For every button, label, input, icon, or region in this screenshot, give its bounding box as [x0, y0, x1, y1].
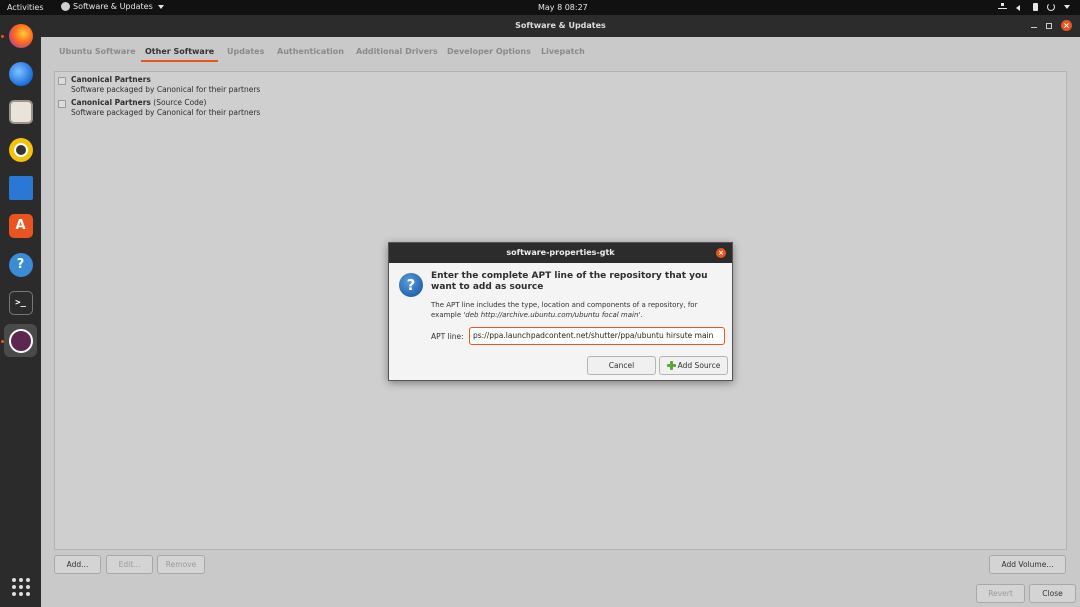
- firefox-icon: [8, 23, 33, 48]
- help-icon: ?: [8, 252, 33, 277]
- window-titlebar[interactable]: Software & Updates ×: [41, 15, 1080, 37]
- software-updates-icon: [8, 328, 33, 353]
- top-bar: Activities Software & Updates May 8 08:2…: [0, 0, 1080, 15]
- repository-description: Software packaged by Canonical for their…: [71, 107, 261, 117]
- dock-item-rhythmbox[interactable]: [4, 133, 37, 166]
- remove-button[interactable]: Remove: [157, 555, 205, 574]
- repository-description: Software packaged by Canonical for their…: [71, 84, 261, 94]
- dock-item-software-updates[interactable]: [4, 324, 37, 357]
- activities-button[interactable]: Activities: [7, 3, 44, 12]
- thunderbird-icon: [8, 61, 33, 86]
- show-applications-button[interactable]: [4, 570, 37, 603]
- ubuntu-software-icon: A: [8, 213, 33, 238]
- dock-item-help[interactable]: ?: [4, 248, 37, 281]
- add-source-dialog: software-properties-gtk × ? Enter the co…: [388, 242, 733, 381]
- power-icon: [1047, 3, 1055, 11]
- tab-developer-options[interactable]: Developer Options: [447, 47, 531, 56]
- rhythmbox-icon: [8, 137, 33, 162]
- minimize-button[interactable]: [1031, 27, 1037, 28]
- add-volume-button[interactable]: Add Volume...: [989, 555, 1066, 574]
- tab-additional-drivers[interactable]: Additional Drivers: [356, 47, 438, 56]
- apt-line-input[interactable]: ps://ppa.launchpadcontent.net/shutter/pp…: [469, 327, 725, 345]
- apt-line-label: APT line:: [431, 332, 464, 341]
- terminal-icon: >_: [8, 290, 33, 315]
- network-icon: [998, 3, 1007, 11]
- dialog-title: software-properties-gtk: [506, 248, 615, 257]
- dock-item-ubuntu-software[interactable]: A: [4, 209, 37, 242]
- repository-checkbox[interactable]: [58, 77, 66, 85]
- app-menu-label: Software & Updates: [73, 2, 153, 11]
- files-icon: [8, 99, 33, 124]
- add-icon: [666, 361, 676, 370]
- volume-icon: [1016, 4, 1024, 11]
- dock: A ? >_: [0, 15, 41, 607]
- add-source-label: Add Source: [677, 361, 721, 370]
- dialog-heading: Enter the complete APT line of the repos…: [431, 271, 708, 292]
- tab-livepatch[interactable]: Livepatch: [541, 47, 585, 56]
- repository-suffix: (Source Code): [150, 98, 207, 107]
- tab-ubuntu-software[interactable]: Ubuntu Software: [59, 47, 136, 56]
- app-menu-icon: [61, 2, 70, 11]
- add-source-button[interactable]: Add Source: [659, 356, 728, 375]
- close-button[interactable]: Close: [1029, 584, 1076, 603]
- cancel-button[interactable]: Cancel: [587, 356, 656, 375]
- repository-name: Canonical Partners: [71, 98, 151, 107]
- dock-item-writer[interactable]: [4, 171, 37, 204]
- dock-item-firefox[interactable]: [4, 19, 37, 52]
- battery-icon: [1033, 3, 1038, 11]
- dialog-close-button[interactable]: ×: [716, 248, 726, 258]
- tab-bar: Ubuntu Software Other Software Updates A…: [41, 37, 1080, 64]
- dialog-example-line: 'deb http://archive.ubuntu.com/ubuntu fo…: [463, 310, 641, 319]
- show-applications-icon: [11, 577, 30, 596]
- libreoffice-writer-icon: [8, 175, 33, 200]
- system-tray[interactable]: [998, 3, 1070, 11]
- edit-button[interactable]: Edit...: [106, 555, 153, 574]
- chevron-down-icon: [157, 4, 164, 9]
- dialog-description: The APT line includes the type, location…: [431, 301, 726, 320]
- repository-checkbox[interactable]: [58, 100, 66, 108]
- window-title: Software & Updates: [515, 21, 606, 30]
- close-window-button[interactable]: ×: [1061, 20, 1072, 31]
- tab-other-software[interactable]: Other Software: [140, 47, 219, 62]
- tab-authentication[interactable]: Authentication: [277, 47, 344, 56]
- dock-item-thunderbird[interactable]: [4, 57, 37, 90]
- dialog-description-end: .: [640, 310, 643, 319]
- dock-item-files[interactable]: [4, 95, 37, 128]
- tab-updates[interactable]: Updates: [227, 47, 264, 56]
- chevron-down-icon: [1064, 5, 1070, 9]
- revert-button[interactable]: Revert: [976, 584, 1025, 603]
- add-button[interactable]: Add...: [54, 555, 101, 574]
- repository-name: Canonical Partners: [71, 75, 151, 84]
- clock[interactable]: May 8 08:27: [538, 3, 588, 12]
- dock-item-terminal[interactable]: >_: [4, 286, 37, 319]
- maximize-button[interactable]: [1046, 22, 1052, 29]
- app-menu[interactable]: Software & Updates: [61, 2, 164, 11]
- dialog-titlebar[interactable]: software-properties-gtk ×: [389, 243, 732, 263]
- question-icon: ?: [399, 273, 423, 297]
